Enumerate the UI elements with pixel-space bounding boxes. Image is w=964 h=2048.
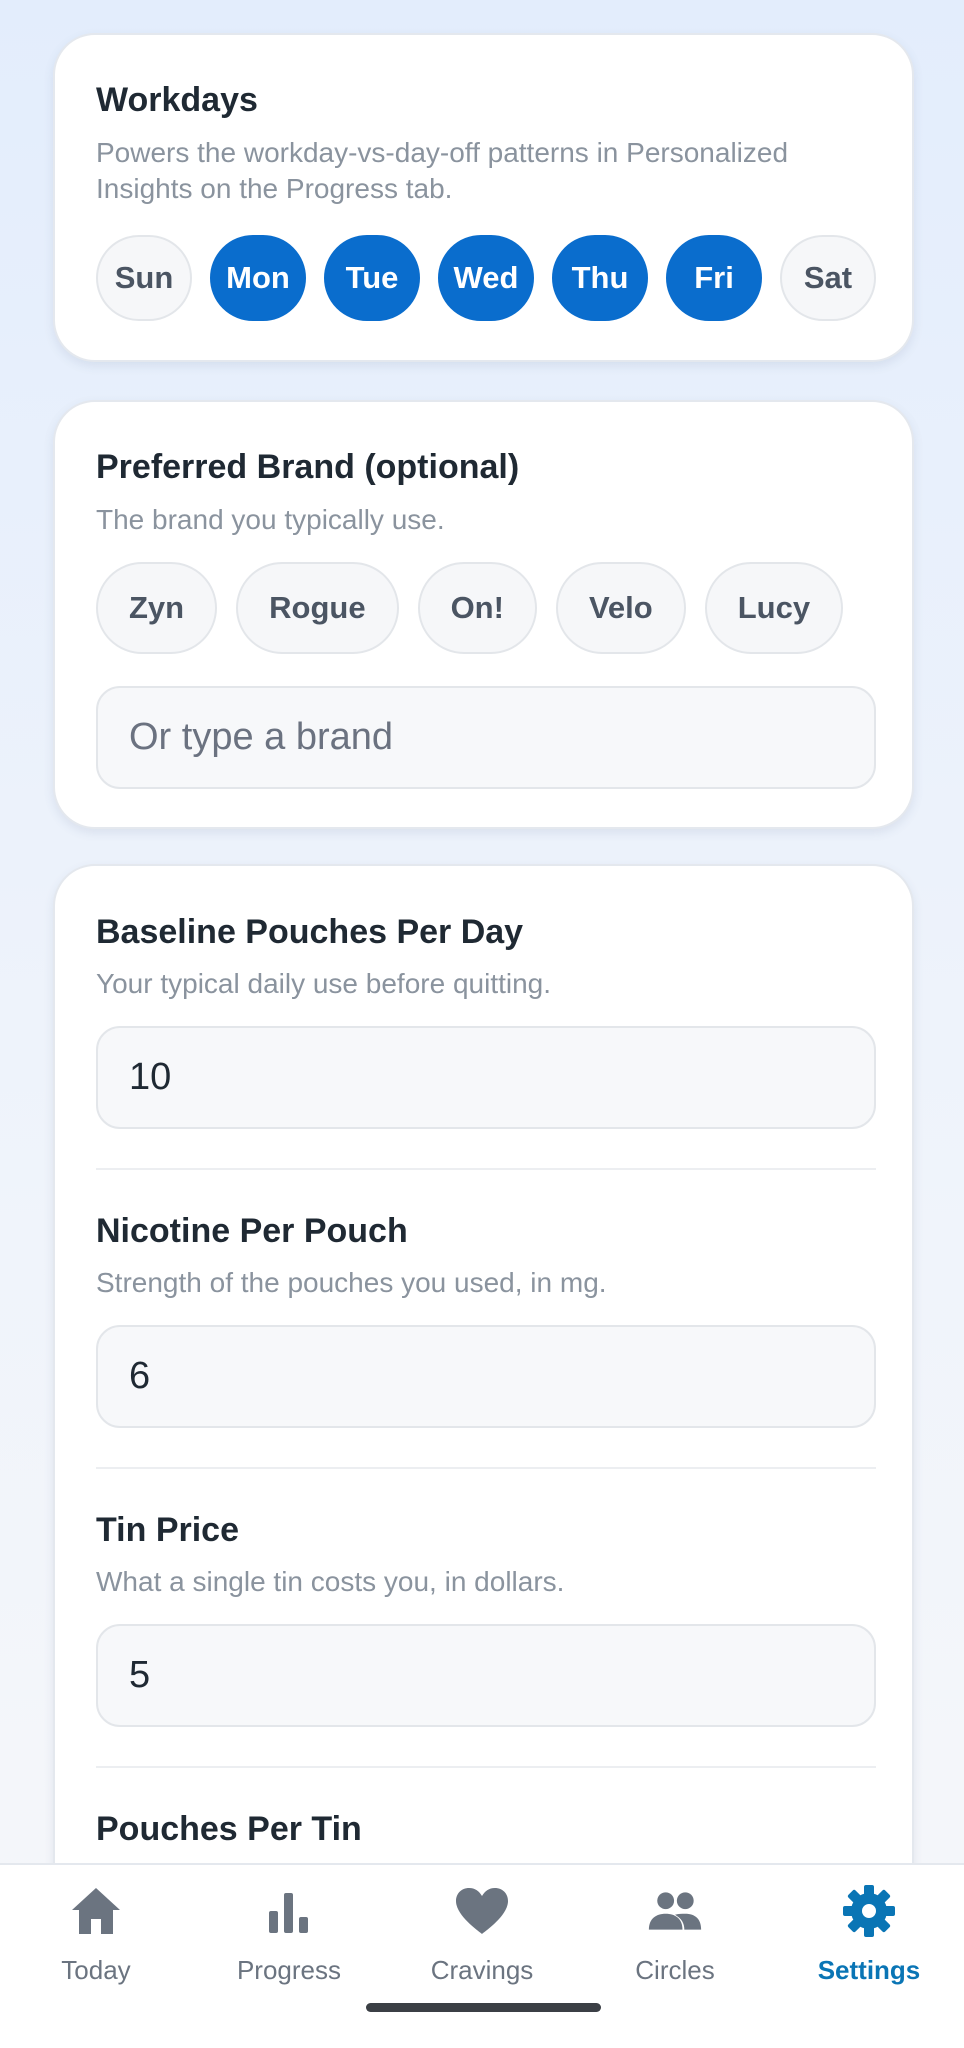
day-chip-wed[interactable]: Wed	[438, 235, 534, 321]
section-divider	[96, 1766, 876, 1768]
nav-item-today[interactable]: Today	[6, 1883, 186, 1993]
brand-chip-velo[interactable]: Velo	[555, 562, 686, 654]
workdays-description: Powers the workday-vs-day-off patterns i…	[96, 137, 789, 204]
nicotine-description: Strength of the pouches you used, in mg.	[96, 1267, 607, 1298]
nav-item-cravings[interactable]: Cravings	[392, 1883, 572, 1993]
day-chip-fri[interactable]: Fri	[666, 235, 762, 321]
brand-chip-rogue[interactable]: Rogue	[236, 562, 399, 654]
preferred-brand-title: Preferred Brand (optional)	[96, 448, 520, 486]
section-divider	[96, 1168, 876, 1170]
baseline-pouches-input[interactable]: 10	[96, 1026, 876, 1129]
baseline-description: Your typical daily use before quitting.	[96, 968, 552, 999]
home-indicator	[366, 2003, 601, 2012]
nicotine-title: Nicotine Per Pouch	[96, 1212, 408, 1250]
nav-item-circles[interactable]: Circles	[585, 1883, 765, 1993]
bar-chart-icon	[261, 1883, 317, 1939]
section-divider	[96, 1467, 876, 1469]
workdays-card: Workdays Powers the workday-vs-day-off p…	[53, 33, 914, 362]
nav-item-progress[interactable]: Progress	[199, 1883, 379, 1993]
heart-icon	[454, 1883, 510, 1939]
baseline-title: Baseline Pouches Per Day	[96, 913, 524, 951]
preferred-brand-card: Preferred Brand (optional) The brand you…	[53, 400, 914, 829]
tin-price-title: Tin Price	[96, 1511, 239, 1549]
day-chip-mon[interactable]: Mon	[210, 235, 306, 321]
brand-chip-lucy[interactable]: Lucy	[704, 562, 844, 654]
nav-label-progress: Progress	[236, 1955, 342, 1985]
day-chip-sun[interactable]: Sun	[96, 235, 192, 321]
day-chip-sat[interactable]: Sat	[780, 235, 876, 321]
tin-price-input[interactable]: 5	[96, 1624, 876, 1727]
usage-card: Baseline Pouches Per Day Your typical da…	[53, 864, 914, 1863]
nav-item-settings[interactable]: Settings	[779, 1883, 959, 1993]
people-icon	[647, 1883, 703, 1939]
tin-price-description: What a single tin costs you, in dollars.	[96, 1566, 565, 1597]
workdays-title: Workdays	[96, 81, 258, 119]
bottom-nav: Today Progress Cravings Circles Settings	[0, 1863, 964, 2048]
nav-label-settings: Settings	[817, 1955, 921, 1985]
day-chip-thu[interactable]: Thu	[552, 235, 648, 321]
brand-chip-row: Zyn Rogue On! Velo Lucy	[96, 562, 844, 654]
brand-text-input[interactable]: Or type a brand	[96, 686, 876, 789]
day-chip-tue[interactable]: Tue	[324, 235, 420, 321]
preferred-brand-description: The brand you typically use.	[96, 504, 445, 535]
workdays-day-row: Sun Mon Tue Wed Thu Fri Sat	[96, 235, 876, 321]
nav-label-cravings: Cravings	[430, 1955, 534, 1985]
gear-icon	[841, 1883, 897, 1939]
nav-label-today: Today	[61, 1955, 131, 1985]
brand-chip-on[interactable]: On!	[417, 562, 537, 654]
nav-label-circles: Circles	[635, 1955, 715, 1985]
pouches-per-tin-title: Pouches Per Tin	[96, 1810, 362, 1848]
home-icon	[68, 1883, 124, 1939]
settings-scroll-area[interactable]: Workdays Powers the workday-vs-day-off p…	[0, 0, 964, 1863]
brand-chip-zyn[interactable]: Zyn	[96, 562, 218, 654]
nicotine-per-pouch-input[interactable]: 6	[96, 1325, 876, 1428]
